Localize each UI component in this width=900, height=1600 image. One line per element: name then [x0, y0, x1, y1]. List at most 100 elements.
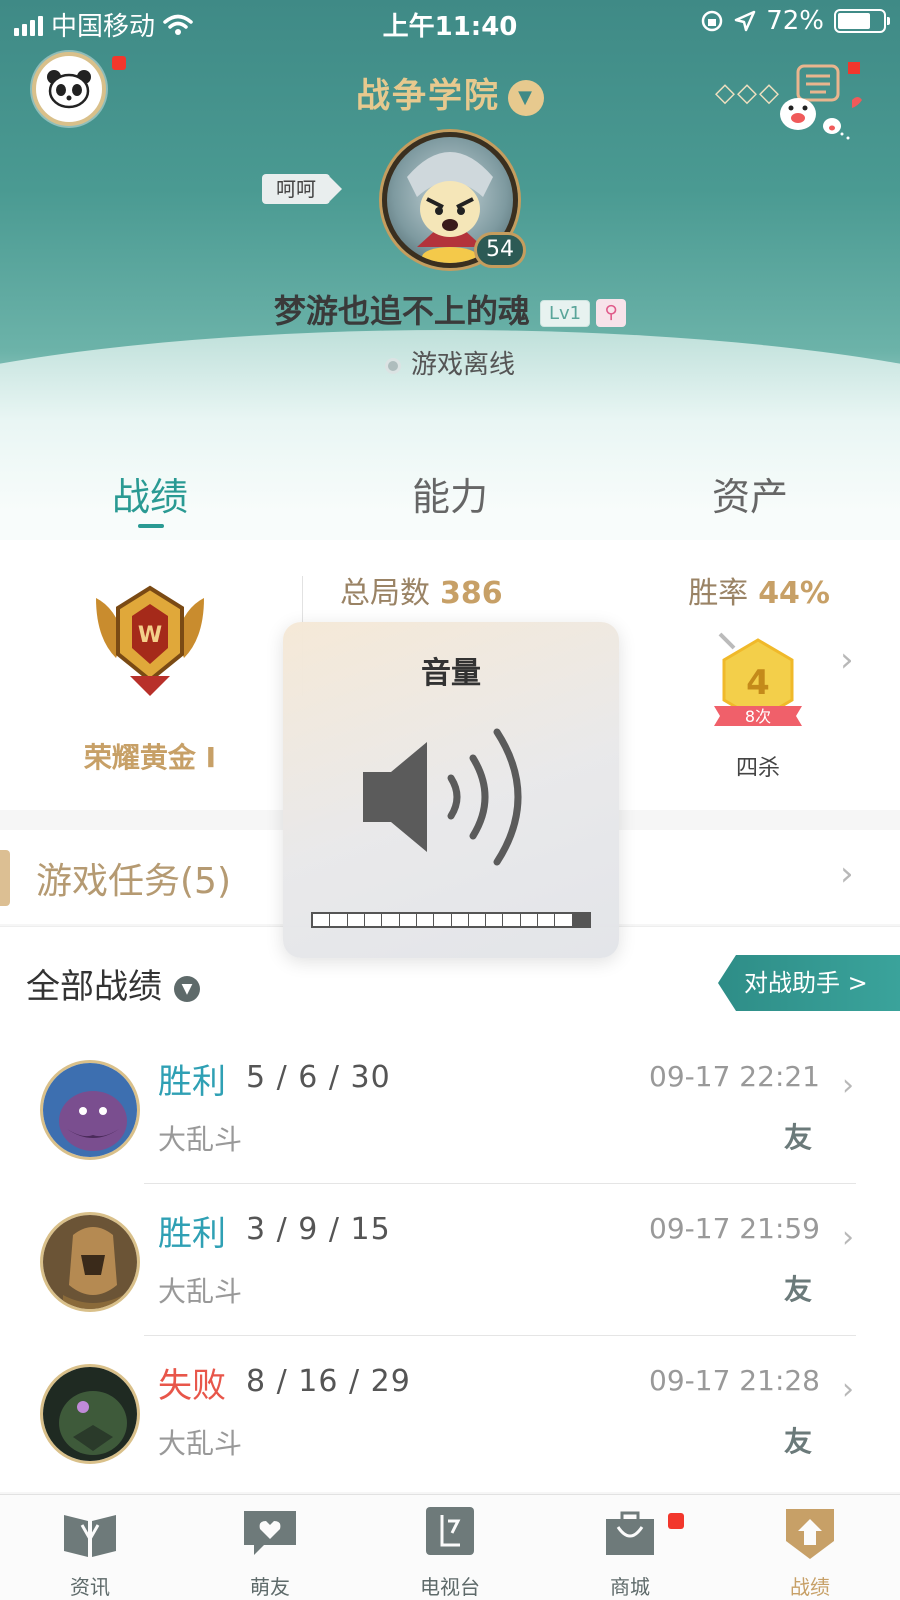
- volume-segment: [555, 914, 572, 926]
- match-hero-avatar: [40, 1060, 140, 1160]
- svg-text:4: 4: [746, 663, 770, 703]
- match-kda: 5 / 6 / 30: [246, 1060, 391, 1095]
- total-games-value: 386: [440, 576, 503, 611]
- tv-icon: [426, 1507, 474, 1555]
- match-result: 胜利: [158, 1062, 226, 1102]
- volume-segment: [330, 914, 347, 926]
- win-rate-label: 胜率: [688, 576, 749, 611]
- status-text: 游戏离线: [410, 350, 515, 380]
- nav-friends[interactable]: 萌友: [210, 1505, 330, 1600]
- volume-segment: [451, 914, 468, 926]
- match-result: 胜利: [158, 1214, 226, 1254]
- volume-segment: [572, 914, 589, 926]
- friend-badge: 友: [783, 1425, 812, 1458]
- mascot-menu-icon[interactable]: [780, 62, 890, 142]
- tab-records[interactable]: 战绩: [50, 466, 250, 521]
- volume-hud: 音量: [283, 622, 619, 958]
- match-row[interactable]: 胜利 5 / 6 / 30 大乱斗 09-17 22:21 友 ›: [0, 1032, 900, 1184]
- quadra-kill-badge-icon: 4 8次: [714, 632, 802, 726]
- svg-text:W: W: [138, 623, 162, 648]
- volume-segment: [503, 914, 520, 926]
- match-row[interactable]: 失败 8 / 16 / 29 大乱斗 09-17 21:28 友 ›: [0, 1336, 900, 1488]
- volume-segment: [538, 914, 555, 926]
- chevron-right-icon: ›: [842, 1220, 854, 1255]
- volume-segment: [347, 914, 364, 926]
- match-result: 失败: [158, 1366, 226, 1406]
- volume-level-bar: [311, 912, 591, 928]
- match-time: 09-17 21:28: [649, 1364, 820, 1397]
- friend-badge: 友: [783, 1121, 812, 1154]
- match-kda: 3 / 9 / 15: [246, 1212, 391, 1247]
- friend-badge: 友: [783, 1273, 812, 1306]
- level-badge: Lv1: [539, 299, 591, 327]
- chevron-right-icon: ›: [842, 1372, 854, 1407]
- total-games-label: 总局数: [340, 576, 430, 611]
- svg-text:8次: 8次: [745, 707, 771, 726]
- nav-label: 电视台: [420, 1575, 480, 1599]
- nav-records[interactable]: 战绩: [750, 1505, 870, 1600]
- chevron-right-icon: ›: [840, 854, 854, 894]
- match-kda: 8 / 16 / 29: [246, 1364, 411, 1399]
- nav-label: 萌友: [250, 1575, 290, 1599]
- status-dot-icon: [384, 357, 401, 374]
- volume-segment: [416, 914, 434, 926]
- tasks-accent-bar: [0, 850, 10, 906]
- volume-segment: [520, 914, 538, 926]
- gold-rank-emblem-icon: W: [96, 585, 204, 696]
- hero-portrait-icon: [43, 1367, 137, 1461]
- username-row: 梦游也追不上的魂 Lv1 ⚲: [0, 286, 900, 332]
- online-status: 游戏离线: [0, 344, 900, 381]
- volume-segment: [382, 914, 399, 926]
- volume-segment: [364, 914, 382, 926]
- book-icon: [64, 1515, 116, 1557]
- hero-level-badge: 54: [474, 232, 526, 268]
- heart-chat-icon: [244, 1511, 296, 1555]
- total-games: 总局数 386: [340, 568, 503, 612]
- bottom-nav: 资讯 萌友 电视台 商城 战绩: [0, 1494, 900, 1600]
- win-rate: 胜率 44%: [688, 568, 830, 612]
- battery-icon: [834, 9, 890, 33]
- nav-label: 商城: [610, 1575, 650, 1599]
- rotation-lock-icon: [701, 10, 723, 32]
- match-time: 09-17 22:21: [649, 1060, 820, 1093]
- battery-percent: 72%: [766, 6, 824, 36]
- rank-name: 荣耀黄金 I: [83, 741, 217, 774]
- nav-news[interactable]: 资讯: [30, 1505, 150, 1600]
- win-rate-value: 44%: [758, 576, 830, 611]
- match-mode: 大乱斗: [158, 1427, 243, 1460]
- battle-assistant-button[interactable]: 对战助手 >: [718, 955, 900, 1011]
- more-icon[interactable]: ◇◇◇: [715, 78, 781, 108]
- location-icon: [734, 10, 756, 32]
- speaker-icon: [363, 728, 522, 866]
- tab-assets[interactable]: 资产: [650, 466, 850, 521]
- match-mode: 大乱斗: [158, 1275, 243, 1308]
- shield-icon: [786, 1509, 834, 1559]
- chevron-down-icon: ▼: [508, 79, 544, 116]
- volume-segment: [313, 914, 330, 926]
- search-badge-icon[interactable]: ⚲: [596, 299, 627, 327]
- chevron-right-icon: ›: [842, 1068, 854, 1103]
- profile-header: 中国移动 上午11:40 72% 战争学院 ▼ ◇◇◇ 呵呵 54 梦游也追不上…: [0, 0, 900, 540]
- match-mode: 大乱斗: [158, 1123, 243, 1156]
- status-bar: 中国移动 上午11:40 72%: [0, 0, 900, 44]
- server-name: 战争学院: [356, 76, 500, 116]
- volume-segment: [399, 914, 416, 926]
- match-hero-avatar: [40, 1364, 140, 1464]
- chevron-down-icon: ▼: [174, 975, 200, 1002]
- nickname-tag[interactable]: 呵呵: [262, 174, 342, 204]
- nav-tv[interactable]: 电视台: [390, 1505, 510, 1600]
- tasks-label: 游戏任务(5): [36, 861, 231, 902]
- hero-portrait-icon: [43, 1063, 137, 1157]
- tab-ability[interactable]: 能力: [350, 466, 550, 521]
- match-time: 09-17 21:59: [649, 1212, 820, 1245]
- records-filter[interactable]: 全部战绩 ▼: [26, 959, 200, 1008]
- tab-bar: 战绩 能力 资产: [0, 466, 900, 530]
- volume-segment: [486, 914, 503, 926]
- bag-icon: [606, 1511, 654, 1555]
- volume-segment: [434, 914, 451, 926]
- volume-title: 音量: [421, 656, 481, 691]
- match-row[interactable]: 胜利 3 / 9 / 15 大乱斗 09-17 21:59 友 ›: [0, 1184, 900, 1336]
- hero-portrait-icon: [43, 1215, 137, 1309]
- shop-notification-dot: [668, 1513, 684, 1529]
- tab-indicator: [138, 524, 164, 528]
